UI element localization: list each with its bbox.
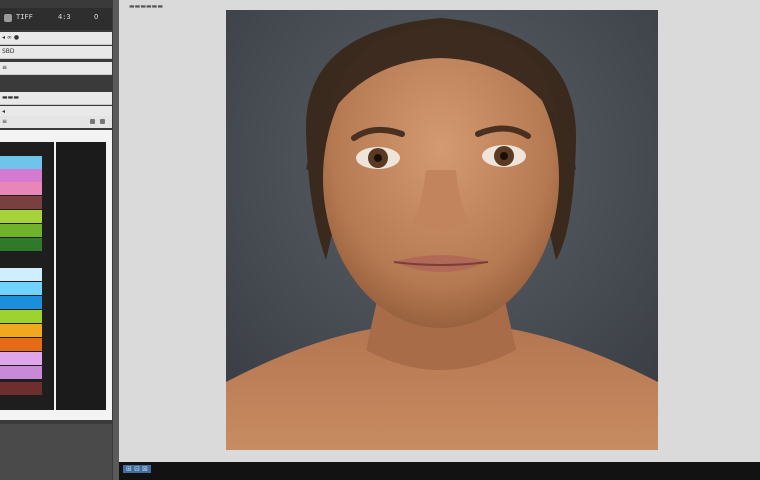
property-row[interactable]: SBD [0, 46, 112, 59]
canvas-area[interactable]: ▬▬▬▬▬▬ [119, 0, 760, 462]
color-swatch[interactable] [0, 282, 42, 295]
property-row[interactable]: ≡ [0, 62, 112, 75]
color-swatch[interactable] [0, 169, 42, 182]
document-title: ▬▬▬▬▬▬ [129, 3, 164, 10]
slider-row[interactable]: ▬▬▬ [0, 92, 112, 105]
color-swatch[interactable] [0, 352, 42, 365]
preview-area [56, 142, 106, 410]
color-swatch[interactable] [0, 210, 42, 223]
menu-icon[interactable] [4, 14, 12, 22]
photo-image[interactable] [226, 10, 658, 450]
status-bar: ⊞ ⊟ ⊠ [119, 462, 760, 480]
row-label: SBD [2, 48, 15, 55]
option-label[interactable]: O [94, 13, 98, 21]
left-panel: TIFF 4:3 O ◂ ∞ ● SBD ≡ ▬▬▬ ◂ ≡ [0, 0, 113, 480]
slider-track[interactable]: ▬▬▬ [2, 94, 19, 101]
palette-menu-icon[interactable] [90, 119, 95, 124]
row-label: ◂ [2, 108, 6, 115]
swatch-list [0, 142, 54, 410]
color-swatch[interactable] [0, 268, 42, 281]
panel-toolbar: TIFF 4:3 O [0, 8, 112, 30]
color-swatch[interactable] [0, 224, 42, 237]
color-swatch[interactable] [0, 382, 42, 395]
status-label[interactable]: ⊞ ⊟ ⊠ [123, 465, 152, 473]
property-row[interactable]: ◂ ∞ ● [0, 32, 112, 45]
color-swatch[interactable] [0, 238, 42, 251]
panel-footer [0, 424, 112, 480]
row-label: ≡ [2, 64, 8, 71]
color-swatch[interactable] [0, 366, 42, 379]
format-label: TIFF [16, 13, 33, 21]
color-swatch[interactable] [0, 338, 42, 351]
color-swatch[interactable] [0, 296, 42, 309]
palette-close-icon[interactable] [100, 119, 105, 124]
color-swatch[interactable] [0, 310, 42, 323]
color-swatch[interactable] [0, 182, 42, 195]
row-label: ◂ ∞ ● [2, 34, 20, 41]
ratio-label[interactable]: 4:3 [58, 13, 71, 21]
portrait-image [226, 10, 658, 450]
color-swatch[interactable] [0, 324, 42, 337]
color-swatch[interactable] [0, 196, 42, 209]
color-swatch[interactable] [0, 156, 42, 169]
palette-title: ≡ [2, 118, 8, 125]
swatch-panel [0, 130, 112, 420]
palette-header: ≡ [0, 116, 112, 128]
